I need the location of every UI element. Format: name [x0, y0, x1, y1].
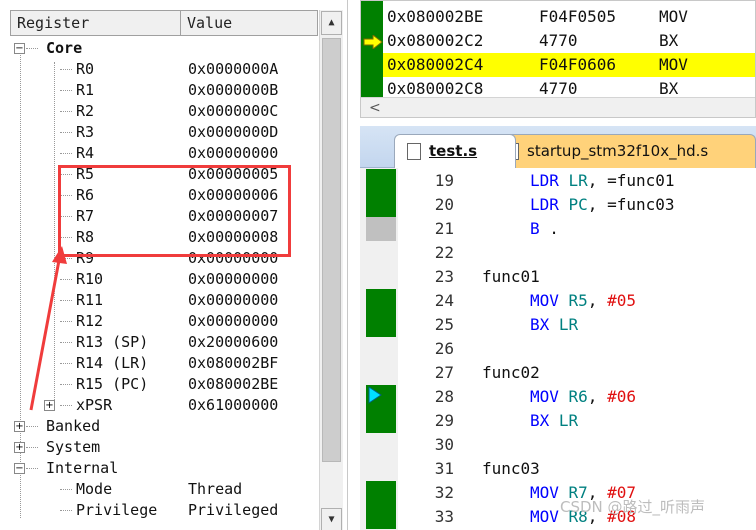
line-number: 31 [434, 459, 454, 478]
editor-tab-bar: startup_stm32f10x_hd.s test.s [360, 126, 756, 168]
token-reg: R6 [568, 387, 588, 406]
code-text: LDR LR, =func01 [530, 169, 675, 193]
token-reg: PC [568, 195, 588, 214]
tab-label: test.s [429, 142, 478, 160]
code-text: MOV R6, #06 [530, 385, 636, 409]
code-line[interactable]: 20 LDR PC, =func03 [360, 193, 756, 217]
line-number: 22 [434, 243, 454, 262]
disassembly-hex: 4770 [539, 31, 578, 50]
code-line[interactable]: 31 func03 [360, 457, 756, 481]
line-number: 21 [434, 219, 454, 238]
token-reg: R5 [568, 291, 588, 310]
tab-startup-file[interactable]: startup_stm32f10x_hd.s [492, 134, 756, 168]
disassembly-line[interactable]: 0x080002C4 F04F0606 MOV [383, 53, 755, 77]
code-text: LDR PC, =func03 [530, 193, 675, 217]
disassembly-line[interactable]: 0x080002BE F04F0505 MOV [383, 5, 755, 29]
code-line[interactable]: 28 MOV R6, #06 [360, 385, 756, 409]
disassembly-gutter [361, 1, 383, 97]
current-line-arrow-icon [368, 386, 382, 404]
code-line[interactable]: 23 func01 [360, 265, 756, 289]
registers-window: Register Value − Core R0 0x0000000A R1 0x0000… [0, 0, 348, 530]
code-line[interactable]: 26 [360, 337, 756, 361]
code-text: MOV R5, #05 [530, 289, 636, 313]
line-number: 23 [434, 267, 454, 286]
disassembly-line[interactable]: 0x080002C2 4770 BX [383, 29, 755, 53]
tab-label: startup_stm32f10x_hd.s [527, 142, 709, 160]
disassembly-horizontal-scrollbar[interactable]: < [361, 97, 755, 117]
token-reg: LR [558, 315, 579, 334]
code-text: func03 [482, 457, 540, 481]
annotation-arrow-icon [29, 246, 67, 411]
current-instruction-arrow-icon [363, 35, 383, 49]
disassembly-hex: F04F0606 [539, 55, 617, 74]
scroll-left-arrow-icon[interactable]: < [369, 100, 381, 116]
token-lbl: func03 [482, 459, 540, 478]
code-text: B . [530, 217, 559, 241]
token-num: #06 [607, 387, 636, 406]
token-kw: MOV [530, 387, 569, 406]
code-line[interactable]: 21 B . [360, 217, 756, 241]
code-text: func02 [482, 361, 540, 385]
code-line[interactable]: 24 MOV R5, #05 [360, 289, 756, 313]
line-number: 33 [434, 507, 454, 526]
code-line[interactable]: 29 BX LR [360, 409, 756, 433]
disassembly-hex: F04F0505 [539, 7, 617, 26]
token-lbl: , =func01 [587, 171, 675, 190]
disassembly-addr: 0x080002C4 [387, 55, 484, 74]
token-kw: LDR [530, 171, 569, 190]
disassembly-op: MOV [659, 7, 688, 26]
code-line[interactable]: 25 BX LR [360, 313, 756, 337]
line-number: 30 [434, 435, 454, 454]
code-line[interactable]: 30 [360, 433, 756, 457]
line-number: 32 [434, 483, 454, 502]
disassembly-window: 0x080002BE F04F0505 MOV 0x080002C2 4770 BX 0x0… [360, 0, 756, 118]
document-icon [407, 143, 421, 160]
line-number: 20 [434, 195, 454, 214]
token-lbl: func02 [482, 363, 540, 382]
source-editor[interactable]: 19 LDR LR, =func01 20 LDR PC, =func03 21 B .2… [360, 168, 756, 530]
token-kw: B [530, 219, 540, 238]
token-lbl: . [539, 219, 559, 238]
line-number: 25 [434, 315, 454, 334]
disassembly-addr: 0x080002BE [387, 7, 484, 26]
watermark: CSDN @路过_听雨声 [560, 498, 706, 516]
code-text: BX LR [530, 409, 578, 433]
line-number: 27 [434, 363, 454, 382]
disassembly-addr: 0x080002C2 [387, 31, 484, 50]
token-reg: LR [568, 171, 588, 190]
disassembly-op: MOV [659, 55, 688, 74]
line-number: 24 [434, 291, 454, 310]
token-num: #05 [607, 291, 636, 310]
token-kw: BX [530, 411, 559, 430]
token-kw: BX [530, 315, 559, 334]
token-lbl: , [587, 291, 608, 310]
token-kw: MOV [530, 291, 569, 310]
disassembly-op: BX [659, 31, 679, 50]
token-reg: LR [558, 411, 579, 430]
token-kw: LDR [530, 195, 569, 214]
token-lbl: , [587, 387, 608, 406]
code-text: func01 [482, 265, 540, 289]
code-line[interactable]: 27 func02 [360, 361, 756, 385]
line-number: 29 [434, 411, 454, 430]
token-lbl: func01 [482, 267, 540, 286]
line-number: 19 [434, 171, 454, 190]
line-number: 26 [434, 339, 454, 358]
token-lbl: , =func03 [587, 195, 675, 214]
line-number: 28 [434, 387, 454, 406]
code-line[interactable]: 19 LDR LR, =func01 [360, 169, 756, 193]
code-text: BX LR [530, 313, 578, 337]
code-line[interactable]: 22 [360, 241, 756, 265]
tab-test-file[interactable]: test.s [394, 134, 516, 168]
